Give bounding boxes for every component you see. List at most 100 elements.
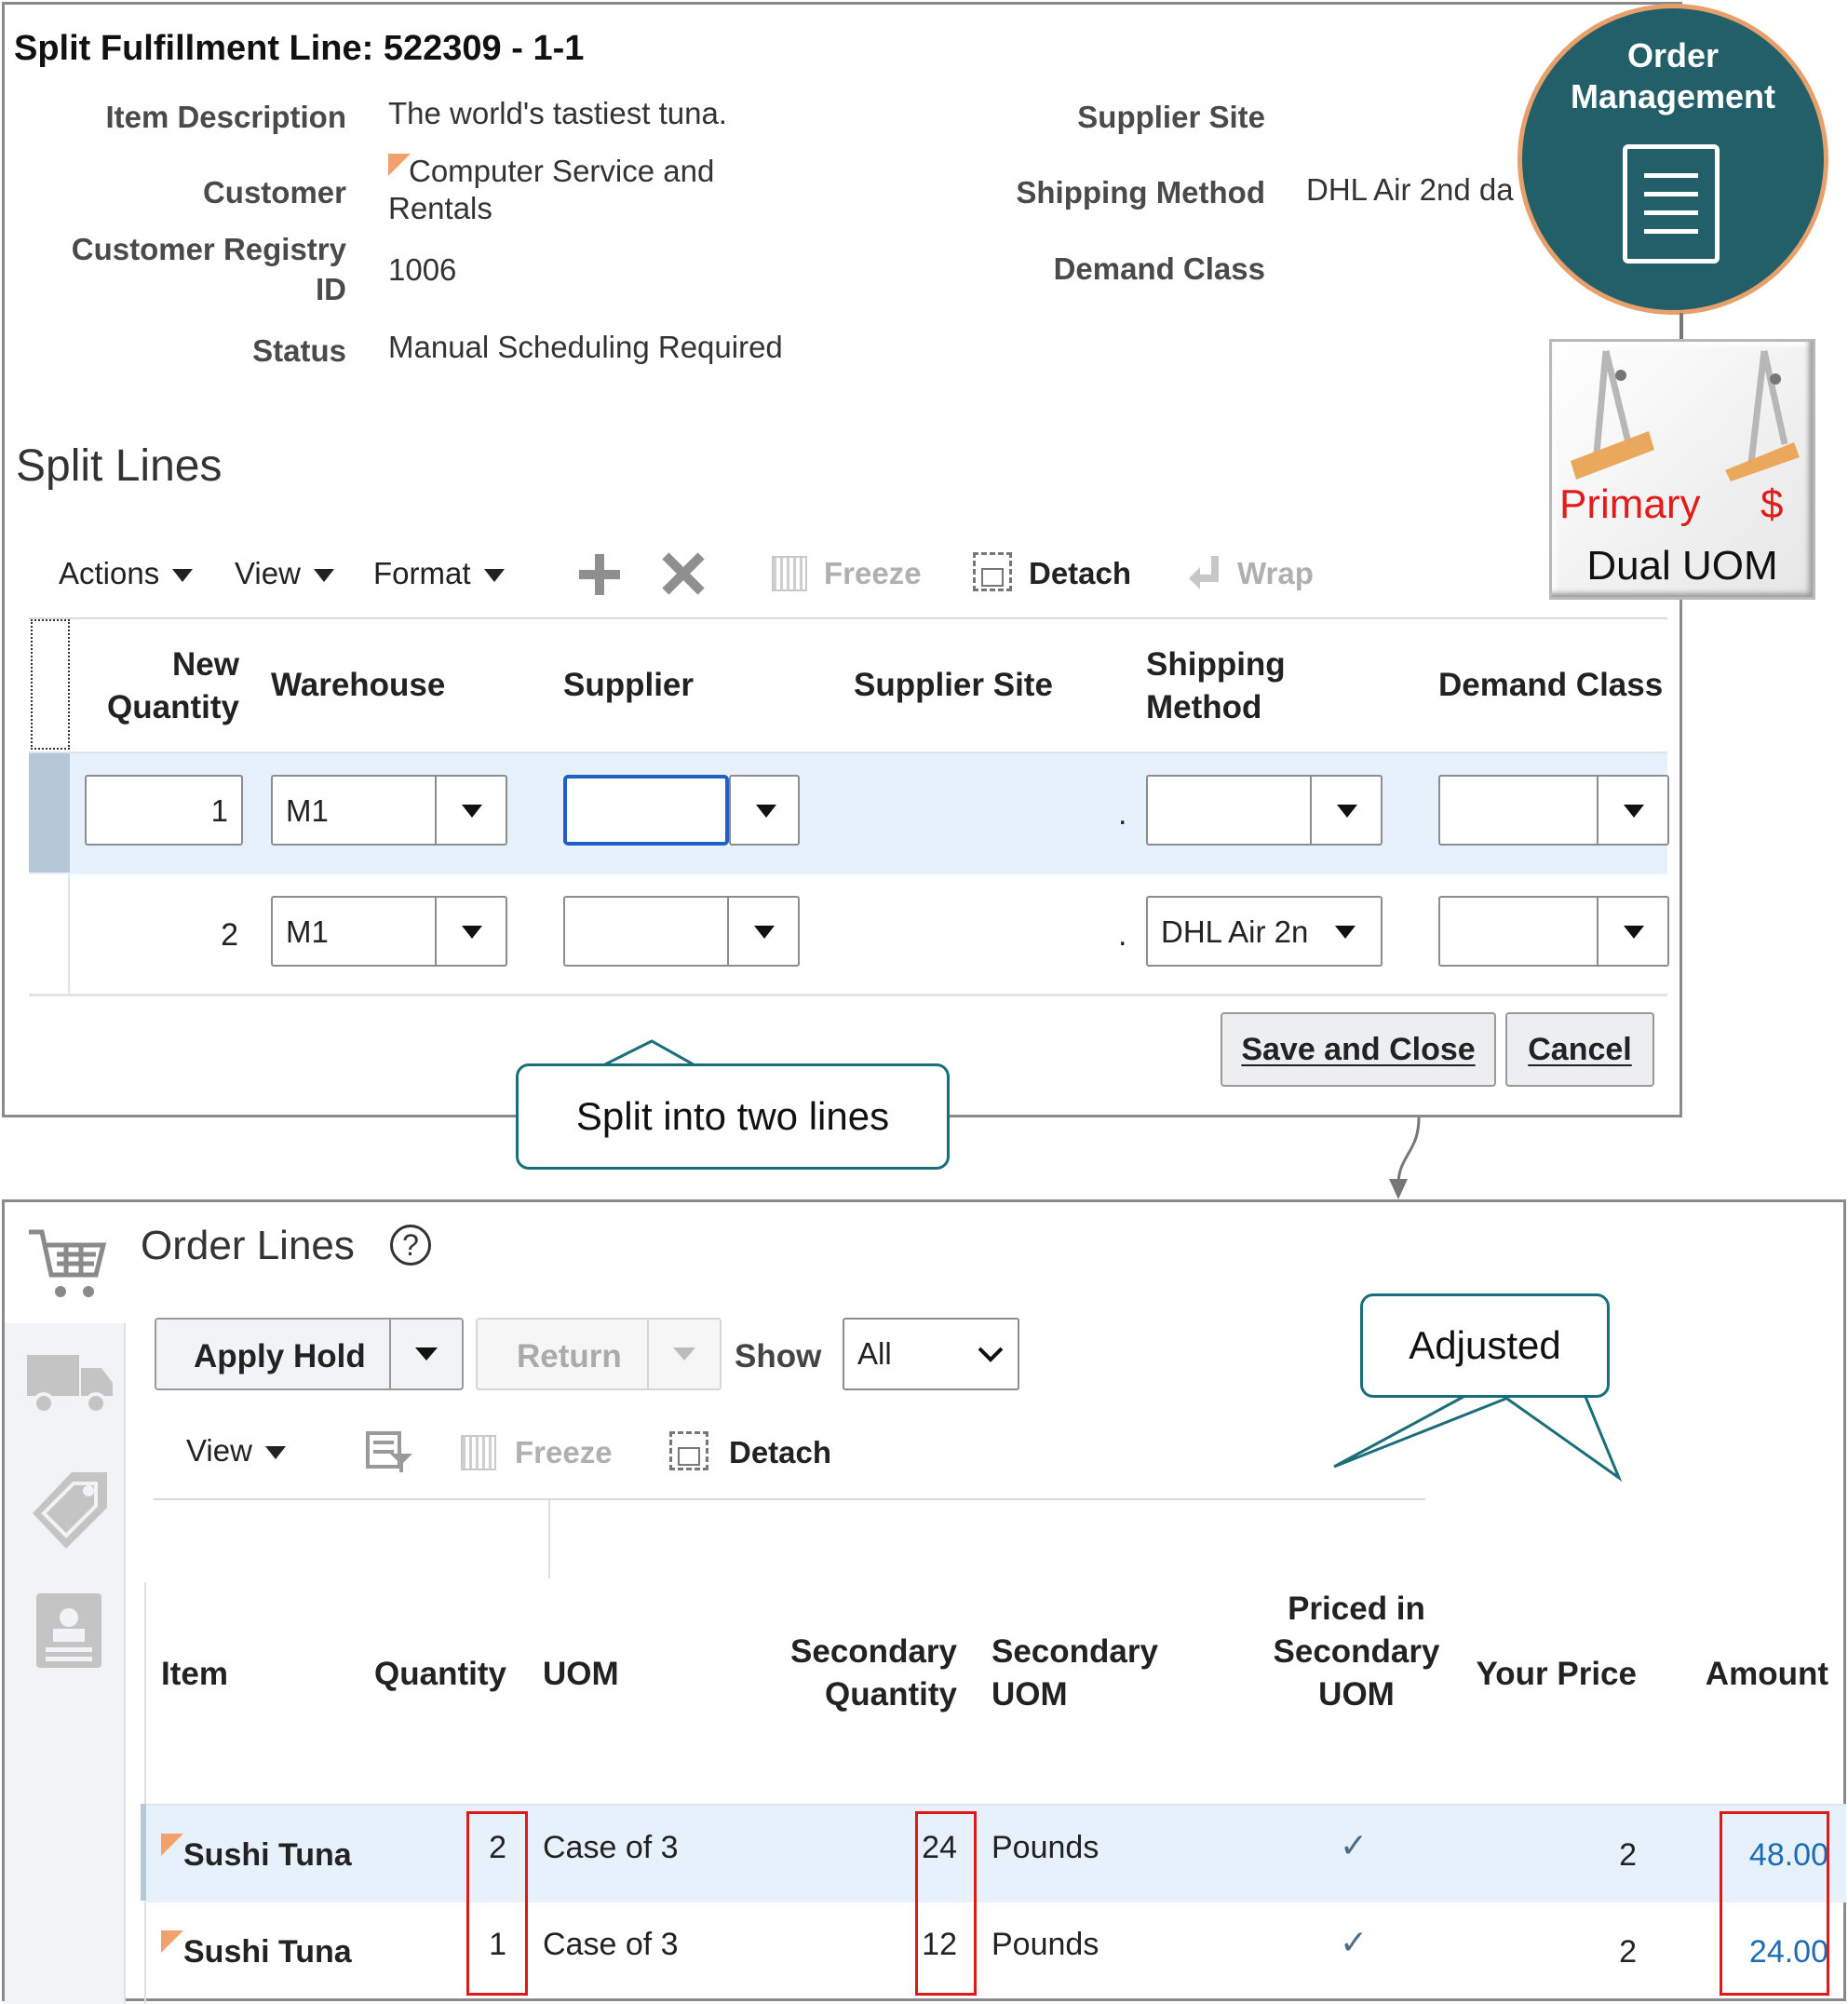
detach-button[interactable]: Detach (1029, 556, 1131, 591)
show-select[interactable]: All (843, 1318, 1019, 1390)
cancel-button[interactable]: Cancel (1505, 1012, 1654, 1087)
customer-registry-label-2: ID (316, 272, 346, 306)
supplier-input-1-focus[interactable] (563, 775, 729, 846)
view-menu-label: View (235, 556, 301, 590)
checkmark-icon: ✓ (1340, 1923, 1369, 1961)
toolbar-divider (154, 1498, 1425, 1500)
checkmark-icon: ✓ (1340, 1826, 1369, 1864)
chevron-down-icon (673, 1347, 695, 1361)
chevron-down-icon[interactable] (727, 898, 798, 965)
chevron-down-icon (415, 1347, 438, 1361)
col-shipping-method-1: Shipping (1146, 646, 1286, 683)
actions-menu[interactable]: Actions (59, 556, 194, 591)
tag-icon[interactable] (23, 1461, 116, 1554)
apply-hold-label: Apply Hold (194, 1338, 366, 1374)
format-menu-label: Format (373, 556, 471, 590)
col-uom: UOM (543, 1656, 619, 1692)
warehouse-select-2[interactable]: M1 (271, 896, 507, 967)
apply-hold-dropdown[interactable] (389, 1320, 462, 1388)
cancel-label: Cancel (1528, 1032, 1632, 1067)
col-secondary-uom-2: UOM (991, 1676, 1068, 1713)
status-value: Manual Scheduling Required (388, 330, 783, 364)
flag-icon (161, 1930, 183, 1953)
chevron-down-icon[interactable] (1310, 777, 1381, 844)
item-description-value: The world's tastiest tuna. (388, 96, 727, 130)
column-divider (548, 1500, 550, 1578)
dialog-title: Split Fulfillment Line: 522309 - 1-1 (14, 29, 585, 68)
chevron-down-icon[interactable] (1597, 898, 1667, 965)
detach-icon (669, 1431, 708, 1470)
flag-icon (161, 1834, 183, 1856)
dual-uom-label: Dual UOM (1586, 543, 1778, 589)
new-quantity-input-1[interactable]: 1 (85, 775, 243, 846)
wrap-button[interactable]: Wrap (1237, 556, 1314, 591)
order-lines-panel: Order Lines ? Apply Hold Return Show All… (2, 1199, 1846, 2004)
chevron-down-icon[interactable] (729, 775, 800, 846)
delete-row-icon[interactable] (662, 552, 705, 595)
warehouse-select-1[interactable]: M1 (271, 775, 507, 846)
item-name[interactable]: Sushi Tuna (183, 1837, 352, 1874)
chevron-down-icon[interactable] (435, 898, 506, 965)
col-supplier: Supplier (563, 667, 695, 703)
apply-hold-button[interactable]: Apply Hold (155, 1318, 464, 1390)
contact-card-icon[interactable] (33, 1590, 107, 1673)
supplier-select-2[interactable] (563, 896, 800, 967)
chevron-down-icon[interactable] (435, 777, 506, 844)
uom-value: Case of 3 (543, 1830, 679, 1865)
freeze-button-orders[interactable]: Freeze (515, 1435, 613, 1470)
supplier-site-value-2: . (1118, 917, 1127, 953)
split-into-two-lines-callout: Split into two lines (516, 1063, 950, 1170)
customer-value-line2: Rentals (388, 191, 492, 225)
shipping-method-label: Shipping Method (1016, 175, 1265, 210)
badge-connector (1679, 313, 1683, 341)
badge-line1: Order (1626, 36, 1720, 74)
wrap-icon (1189, 556, 1222, 589)
order-lines-title: Order Lines (141, 1223, 355, 1268)
col-secondary-quantity-2: Quantity (825, 1676, 957, 1713)
customer-registry-value: 1006 (388, 252, 457, 287)
demand-class-select-2[interactable] (1438, 896, 1669, 967)
cart-icon[interactable] (25, 1221, 109, 1305)
return-label: Return (517, 1338, 622, 1374)
dual-uom-card: Primary $ Dual UOM (1549, 339, 1815, 600)
return-dropdown[interactable] (647, 1320, 720, 1388)
split-fulfillment-dialog: Split Fulfillment Line: 522309 - 1-1 Ite… (2, 2, 1682, 1117)
row-1-selector[interactable] (29, 753, 70, 873)
format-menu[interactable]: Format (373, 556, 505, 591)
show-label: Show (735, 1338, 822, 1374)
chevron-down-icon (978, 1347, 1004, 1362)
split-lines-title: Split Lines (16, 441, 223, 491)
row-selected-indicator (141, 1804, 146, 1901)
warehouse-value-2: M1 (286, 914, 329, 949)
caret-down-icon (172, 569, 194, 583)
demand-class-select-1[interactable] (1438, 775, 1669, 846)
connector-arrow (1389, 1117, 1421, 1199)
view-menu[interactable]: View (235, 556, 334, 591)
shipping-method-select-2[interactable]: DHL Air 2n (1146, 896, 1383, 967)
add-row-icon[interactable] (579, 554, 620, 595)
primary-label: Primary (1559, 481, 1701, 527)
item-description-label: Item Description (105, 100, 346, 134)
row-2-selector[interactable] (68, 874, 70, 994)
save-and-close-label: Save and Close (1241, 1032, 1476, 1067)
shipping-method-select-1[interactable] (1146, 775, 1383, 846)
supplier-select-1[interactable] (563, 775, 800, 846)
col-new-quantity-2: Quantity (107, 689, 239, 725)
caret-down-icon (264, 1446, 286, 1460)
document-icon (1623, 144, 1720, 264)
item-name[interactable]: Sushi Tuna (183, 1934, 352, 1970)
detach-button-orders[interactable]: Detach (729, 1435, 831, 1470)
truck-icon[interactable] (23, 1346, 116, 1420)
customer-registry-label-1: Customer Registry (71, 232, 346, 266)
freeze-button[interactable]: Freeze (824, 556, 922, 591)
col-amount: Amount (1705, 1656, 1828, 1692)
view-menu-orders[interactable]: View (186, 1433, 286, 1469)
adjusted-callout: Adjusted (1360, 1293, 1610, 1398)
query-by-example-icon[interactable] (366, 1431, 414, 1472)
save-and-close-button[interactable]: Save and Close (1221, 1012, 1496, 1087)
help-icon[interactable]: ? (390, 1225, 431, 1266)
return-button[interactable]: Return (476, 1318, 722, 1390)
chevron-down-icon[interactable] (1310, 898, 1381, 965)
actions-menu-label: Actions (59, 556, 160, 590)
chevron-down-icon[interactable] (1597, 777, 1667, 844)
